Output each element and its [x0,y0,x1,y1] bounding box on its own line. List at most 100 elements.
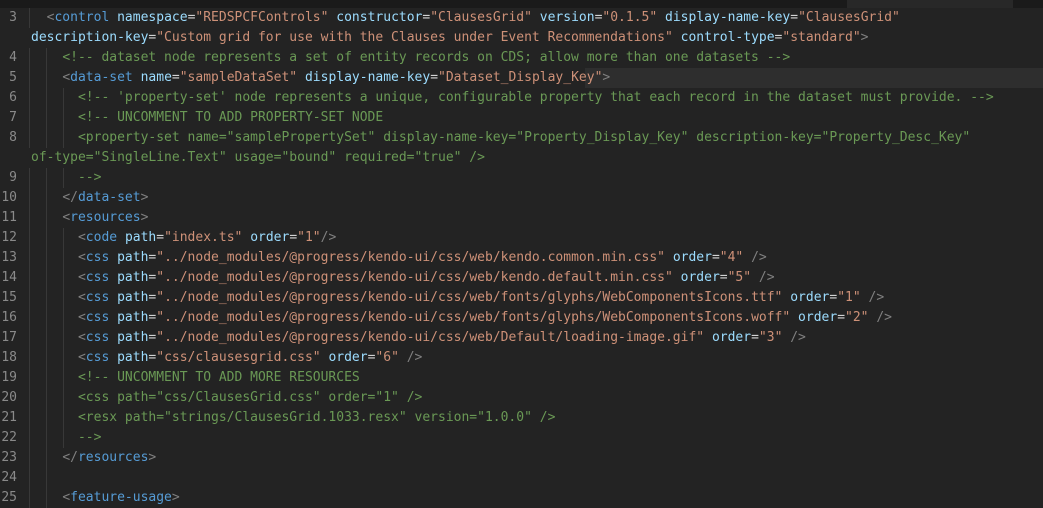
code-line-13[interactable]: 13 <css path="../node_modules/@progress/… [0,248,1043,268]
code-line-18[interactable]: 18 <css path="css/clausesgrid.css" order… [0,348,1043,368]
code-line-14[interactable]: 14 <css path="../node_modules/@progress/… [0,268,1043,288]
token-a: path [117,350,148,365]
token-w [31,390,78,405]
token-t: css [86,310,109,325]
code-line-12[interactable]: 12 <code path="index.ts" order="1"/> [0,228,1043,248]
token-a: display-name-key [305,70,430,85]
code-line-wrap[interactable]: of-type="SingleLine.Text" usage="bound" … [0,148,1043,168]
token-w [133,70,141,85]
token-w [751,270,759,285]
token-w [743,250,751,265]
indent-guide [29,268,30,288]
token-w [31,190,62,205]
token-w [109,350,117,365]
token-p: /> [407,350,423,365]
line-number: 16 [0,308,17,328]
indent-guide [29,488,30,508]
token-w [31,50,62,65]
line-number: 17 [0,328,17,348]
code-line-10[interactable]: 10 </data-set> [0,188,1043,208]
code-line-21[interactable]: 21 <resx path="strings/ClausesGrid.1033.… [0,408,1043,428]
token-s: "../node_modules/@progress/kendo-ui/css/… [156,310,790,325]
token-p: > [172,490,180,505]
token-p: < [78,270,86,285]
indent-guide [29,388,30,408]
line-highlight [585,68,1043,88]
token-t: css [86,250,109,265]
code-line-20[interactable]: 20 <css path="css/ClausesGrid.css" order… [0,388,1043,408]
indent-guide [29,368,30,388]
token-w [297,70,305,85]
code-line-6[interactable]: 6 <!-- 'property-set' node represents a … [0,88,1043,108]
token-t: css [86,290,109,305]
line-number: 10 [0,188,17,208]
code-line-15[interactable]: 15 <css path="../node_modules/@progress/… [0,288,1043,308]
token-w [673,270,681,285]
token-p: > [602,70,610,85]
token-w [31,410,78,425]
token-t: feature-usage [70,490,172,505]
token-p: < [78,350,86,365]
indent-guide [29,288,30,308]
token-e: = [289,230,297,245]
token-e: = [712,250,720,265]
indent-guide [29,408,30,428]
token-t: resources [70,210,140,225]
token-p: < [62,70,70,85]
code-editor[interactable]: 3 <control namespace="REDSPCFControls" c… [0,8,1043,508]
token-w [31,70,62,85]
code-line-4[interactable]: 4 <!-- dataset node represents a set of … [0,48,1043,68]
code-line-wrap[interactable]: description-key="Custom grid for use wit… [0,28,1043,48]
code-line-7[interactable]: 7 <!-- UNCOMMENT TO ADD PROPERTY-SET NOD… [0,108,1043,128]
code-line-19[interactable]: 19 <!-- UNCOMMENT TO ADD MORE RESOURCES [0,368,1043,388]
code-line-22[interactable]: 22 --> [0,428,1043,448]
code-line-3[interactable]: 3 <control namespace="REDSPCFControls" c… [0,8,1043,28]
token-a: constructor [336,10,422,25]
token-t: css [86,330,109,345]
token-s: "standard" [782,30,860,45]
code-text: <!-- 'property-set' node represents a un… [31,88,994,108]
token-w [31,490,62,505]
token-s: "1" [837,290,860,305]
code-line-24[interactable]: 24 [0,468,1043,488]
indent-guide [29,128,30,148]
indent-guide [29,348,30,368]
code-line-23[interactable]: 23 </resources> [0,448,1043,468]
indent-guide [29,428,30,448]
code-line-8[interactable]: 8 <property-set name="samplePropertySet"… [0,128,1043,148]
token-p: /> [876,310,892,325]
token-a: path [117,330,148,345]
code-line-5[interactable]: 5 <data-set name="sampleDataSet" display… [0,68,1043,88]
line-number: 22 [0,428,17,448]
token-s: "1" [297,230,320,245]
token-w [31,170,78,185]
line-number: 23 [0,448,17,468]
token-s: "5" [728,270,751,285]
token-s: "ClausesGrid" [798,10,900,25]
token-w [31,10,47,25]
code-text: --> [31,168,101,188]
token-s: "3" [759,330,782,345]
token-p: /> [790,330,806,345]
token-p: /> [869,290,885,305]
code-line-25[interactable]: 25 <feature-usage> [0,488,1043,508]
code-line-11[interactable]: 11 <resources> [0,208,1043,228]
token-w [31,430,78,445]
code-line-17[interactable]: 17 <css path="../node_modules/@progress/… [0,328,1043,348]
line-number: 4 [0,48,17,68]
code-text: description-key="Custom grid for use wit… [31,28,868,48]
editor-top-edge [0,0,1043,8]
line-number: 19 [0,368,17,388]
token-a: description-key [31,30,148,45]
token-t: resources [78,450,148,465]
token-e: = [156,230,164,245]
code-line-16[interactable]: 16 <css path="../node_modules/@progress/… [0,308,1043,328]
token-s: "index.ts" [164,230,242,245]
indent-guide [29,248,30,268]
code-text: <css path="../node_modules/@progress/ken… [31,308,892,328]
code-line-9[interactable]: 9 --> [0,168,1043,188]
token-c: <!-- UNCOMMENT TO ADD MORE RESOURCES [78,370,360,385]
token-w [31,250,78,265]
token-e: = [837,310,845,325]
token-c: --> [78,170,101,185]
